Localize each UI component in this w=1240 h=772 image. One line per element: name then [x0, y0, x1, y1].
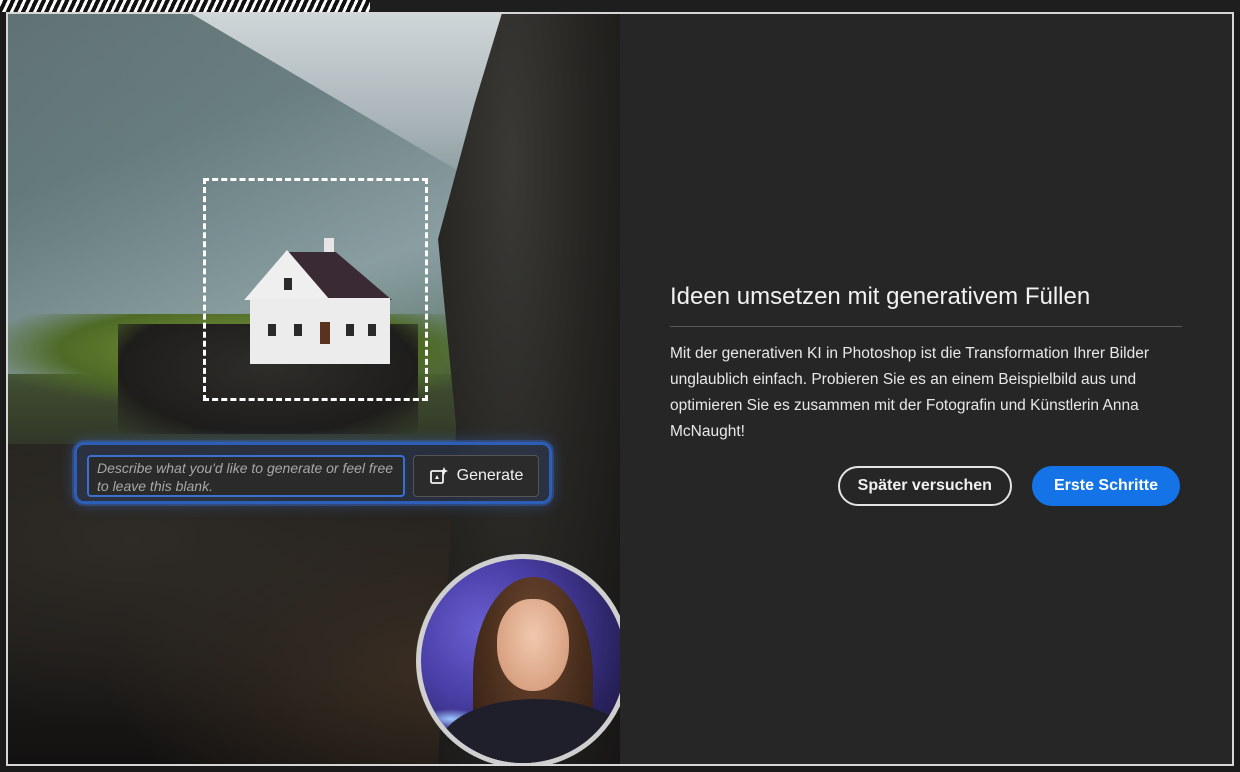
generate-button-label: Generate — [456, 467, 524, 484]
presenter-avatar — [416, 554, 620, 764]
dialog-title: Ideen umsetzen mit generativem Füllen — [670, 282, 1182, 327]
prompt-input[interactable] — [87, 455, 405, 497]
dialog-description: Mit der generativen KI in Photoshop ist … — [670, 345, 1150, 440]
generative-fill-icon — [429, 467, 448, 484]
generate-button[interactable]: Generate — [413, 455, 539, 497]
background-window-fragment — [0, 0, 370, 12]
try-later-button[interactable]: Später versuchen — [837, 466, 1012, 506]
generative-fill-welcome-dialog: Generate Ideen umsetzen mit generativem … — [6, 12, 1234, 766]
selection-marquee — [203, 178, 428, 401]
generative-fill-prompt-bar: Generate — [74, 442, 552, 504]
dialog-content: Ideen umsetzen mit generativem Füllen Mi… — [670, 282, 1182, 445]
background-titlebar — [370, 0, 1240, 12]
get-started-button[interactable]: Erste Schritte — [1031, 466, 1180, 506]
dialog-actions: Später versuchen Erste Schritte — [837, 466, 1180, 506]
sample-image-illustration: Generate — [8, 14, 620, 764]
avatar-face — [497, 599, 569, 691]
